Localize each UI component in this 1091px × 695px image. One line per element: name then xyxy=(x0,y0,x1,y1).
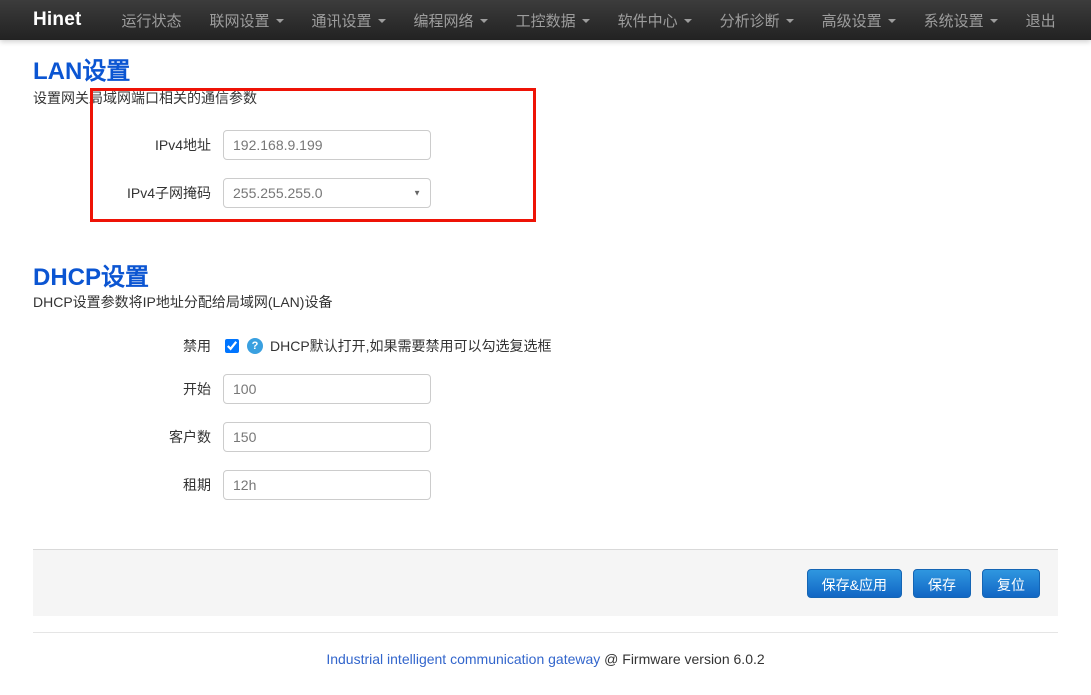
chevron-down-icon xyxy=(786,19,794,23)
nav-item-industrial-data[interactable]: 工控数据 xyxy=(502,0,604,41)
chevron-down-icon xyxy=(480,19,488,23)
nav-item-advanced-settings[interactable]: 高级设置 xyxy=(808,0,910,41)
reset-button[interactable]: 复位 xyxy=(982,569,1040,598)
footer-firmware-text: @ Firmware version 6.0.2 xyxy=(600,651,764,667)
form-row-ipv4-address: IPv4地址 xyxy=(33,130,1058,160)
question-mark-icon: ? xyxy=(247,338,263,354)
dhcp-disable-checkbox[interactable] xyxy=(225,339,239,353)
chevron-down-icon xyxy=(888,19,896,23)
form-row-dhcp-start: 开始 xyxy=(33,374,1058,404)
nav-item-analysis-diagnosis[interactable]: 分析诊断 xyxy=(706,0,808,41)
chevron-down-icon xyxy=(990,19,998,23)
nav-item-network-settings[interactable]: 联网设置 xyxy=(196,0,298,41)
dhcp-disable-label: 禁用 xyxy=(33,336,223,356)
footer-divider xyxy=(33,632,1058,633)
dhcp-clients-input[interactable] xyxy=(223,422,431,452)
form-row-ipv4-netmask: IPv4子网掩码 255.255.255.0 ▼ xyxy=(33,178,1058,208)
dhcp-clients-label: 客户数 xyxy=(33,427,223,447)
nav-item-logout[interactable]: 退出 xyxy=(1012,0,1070,41)
dhcp-lease-input[interactable] xyxy=(223,470,431,500)
form-row-dhcp-clients: 客户数 xyxy=(33,422,1058,452)
dhcp-start-input[interactable] xyxy=(223,374,431,404)
dhcp-section-title: DHCP设置 xyxy=(33,266,1058,290)
page-content: LAN设置 设置网关局域网端口相关的通信参数 IPv4地址 IPv4子网掩码 2… xyxy=(0,58,1091,669)
form-row-dhcp-lease: 租期 xyxy=(33,470,1058,500)
nav-item-programming-network[interactable]: 编程网络 xyxy=(400,0,502,41)
footer: Industrial intelligent communication gat… xyxy=(33,649,1058,669)
top-navbar: Hinet 运行状态 联网设置 通讯设置 编程网络 工控数据 软件中心 分析诊断… xyxy=(0,0,1091,40)
ipv4-netmask-label: IPv4子网掩码 xyxy=(33,183,223,203)
nav-item-run-status[interactable]: 运行状态 xyxy=(108,0,196,41)
ipv4-netmask-select-wrap: 255.255.255.0 ▼ xyxy=(223,178,431,208)
ipv4-address-input[interactable] xyxy=(223,130,431,160)
save-button[interactable]: 保存 xyxy=(913,569,971,598)
action-bar: 保存&应用 保存 复位 xyxy=(33,549,1058,616)
nav-item-software-center[interactable]: 软件中心 xyxy=(604,0,706,41)
lan-section-subtitle: 设置网关局域网端口相关的通信参数 xyxy=(33,88,1058,108)
dhcp-lease-label: 租期 xyxy=(33,475,223,495)
nav-item-system-settings[interactable]: 系统设置 xyxy=(910,0,1012,41)
save-apply-button[interactable]: 保存&应用 xyxy=(807,569,902,598)
dhcp-section-subtitle: DHCP设置参数将IP地址分配给局域网(LAN)设备 xyxy=(33,292,1058,312)
form-row-dhcp-disable: 禁用 ? DHCP默认打开,如果需要禁用可以勾选复选框 xyxy=(33,336,1058,356)
main-menu: 运行状态 联网设置 通讯设置 编程网络 工控数据 软件中心 分析诊断 高级设置 … xyxy=(108,0,1070,40)
dhcp-start-label: 开始 xyxy=(33,379,223,399)
chevron-down-icon xyxy=(582,19,590,23)
nav-item-comm-settings[interactable]: 通讯设置 xyxy=(298,0,400,41)
lan-section-title: LAN设置 xyxy=(33,58,1058,86)
ipv4-netmask-select[interactable]: 255.255.255.0 xyxy=(223,178,431,208)
chevron-down-icon xyxy=(684,19,692,23)
footer-gateway-link[interactable]: Industrial intelligent communication gat… xyxy=(326,651,600,667)
chevron-down-icon xyxy=(276,19,284,23)
ipv4-address-label: IPv4地址 xyxy=(33,135,223,155)
dhcp-disable-help-text: DHCP默认打开,如果需要禁用可以勾选复选框 xyxy=(270,336,552,356)
brand-logo[interactable]: Hinet xyxy=(33,9,82,31)
chevron-down-icon xyxy=(378,19,386,23)
